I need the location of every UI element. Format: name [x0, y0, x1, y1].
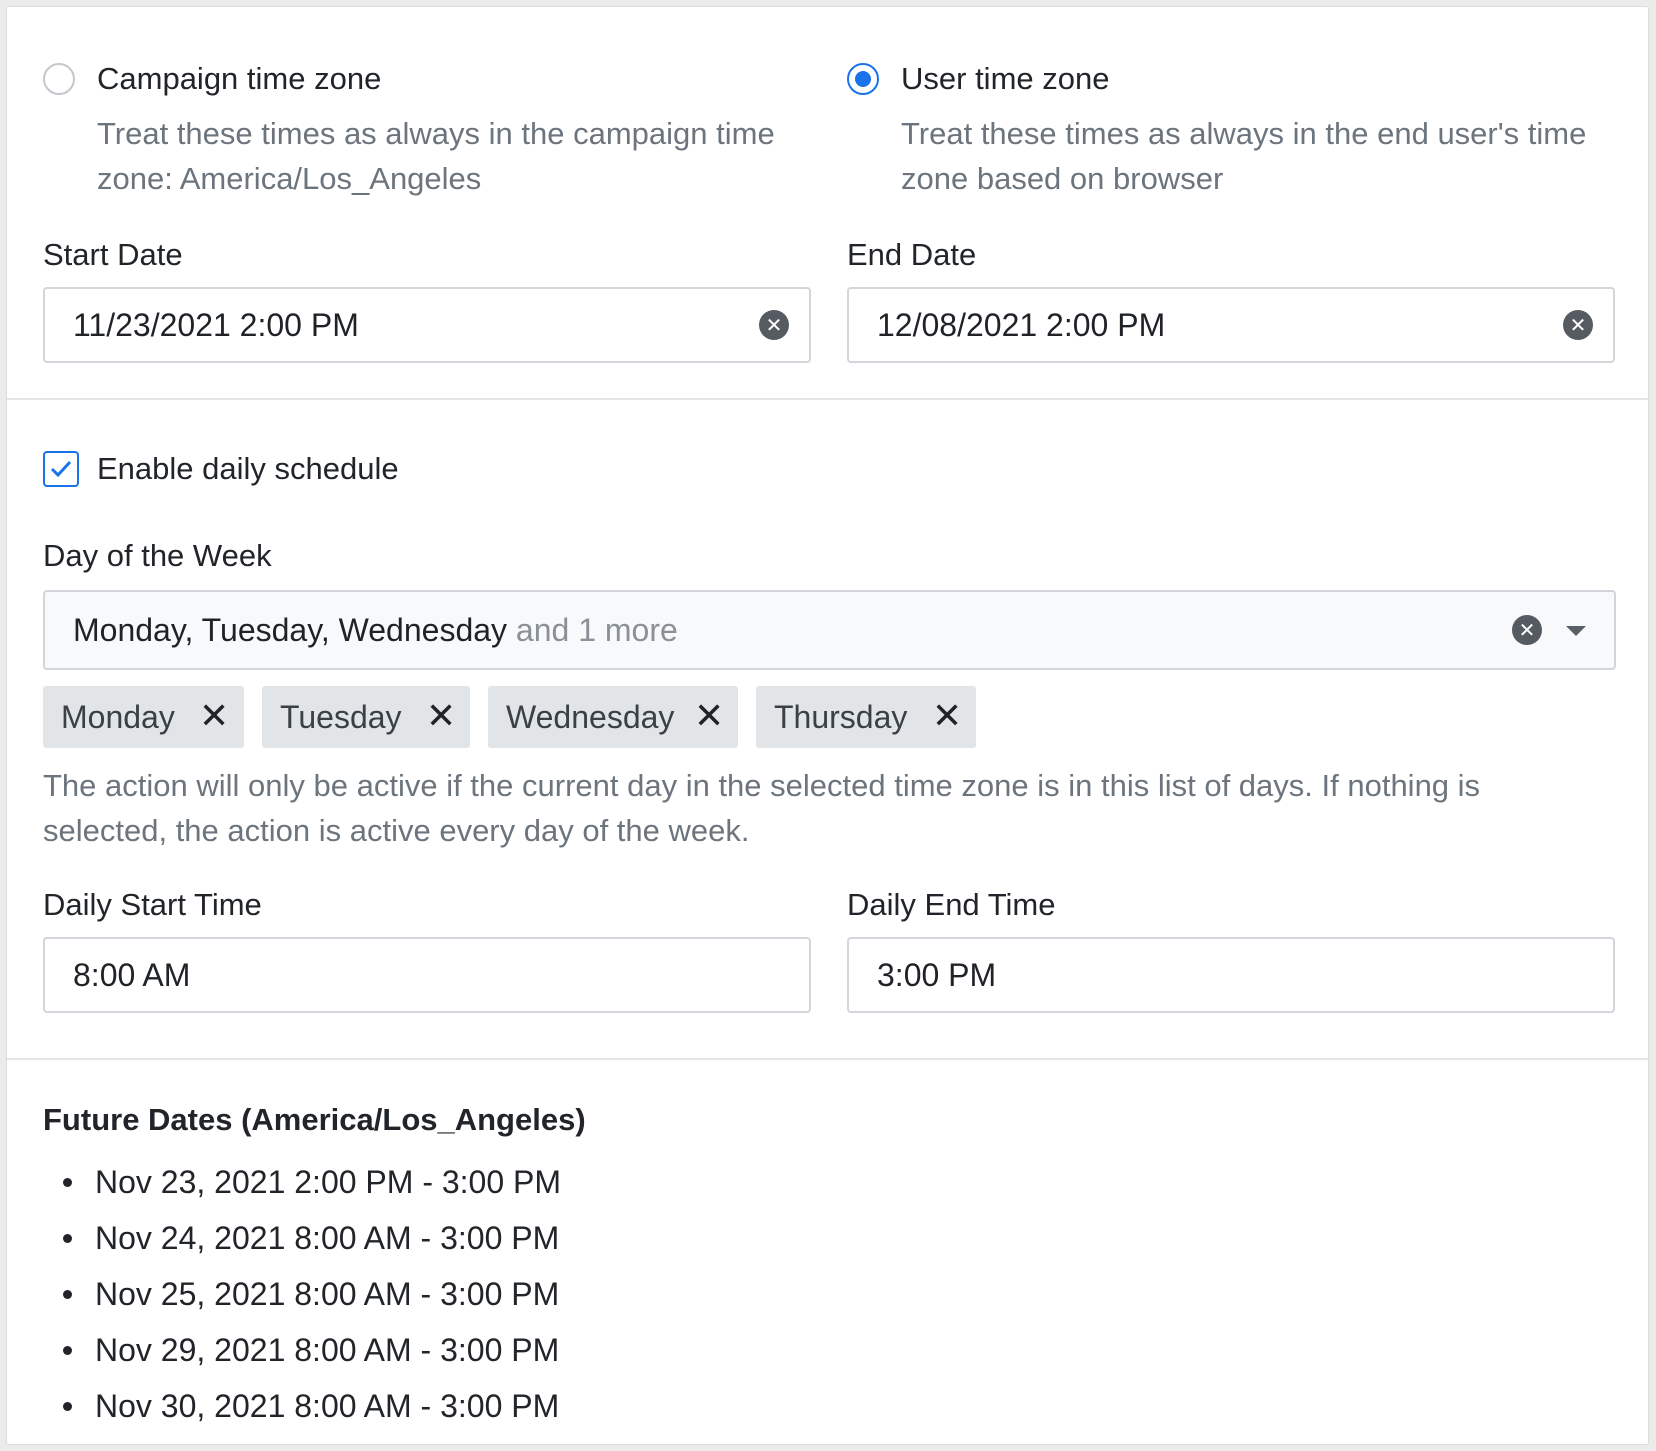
end-date-label: End Date — [847, 237, 977, 272]
bullet-icon — [63, 1178, 72, 1187]
campaign-timezone-label[interactable]: Campaign time zone — [97, 55, 381, 103]
clear-icon[interactable]: ✕ — [1563, 310, 1593, 340]
future-dates-title: Future Dates (America/Los_Angeles) — [43, 1102, 586, 1137]
daily-end-time-value: 3:00 PM — [877, 957, 997, 993]
user-timezone-help: Treat these times as always in the end u… — [901, 116, 1587, 196]
remove-icon[interactable]: ✕ — [199, 686, 229, 748]
day-of-week-help: The action will only be active if the cu… — [43, 768, 1481, 848]
user-timezone-label[interactable]: User time zone — [901, 55, 1109, 103]
future-date-text: Nov 29, 2021 8:00 AM - 3:00 PM — [95, 1332, 560, 1368]
check-icon — [50, 460, 72, 478]
chip-label: Tuesday — [280, 699, 402, 735]
chip-monday: Monday ✕ — [43, 686, 244, 748]
start-date-value: 11/23/2021 2:00 PM — [73, 307, 359, 343]
end-date-value: 12/08/2021 2:00 PM — [877, 307, 1166, 343]
chevron-down-icon[interactable] — [1566, 626, 1586, 636]
remove-icon[interactable]: ✕ — [426, 686, 456, 748]
day-of-week-more: and 1 more — [515, 612, 678, 648]
day-of-week-selected: Monday, Tuesday, Wednesday — [73, 612, 508, 648]
schedule-card: Campaign time zone Treat these times as … — [6, 6, 1649, 1445]
enable-daily-schedule-checkbox[interactable] — [43, 451, 79, 487]
campaign-timezone-help: Treat these times as always in the campa… — [97, 116, 775, 196]
clear-icon[interactable]: ✕ — [759, 310, 789, 340]
chip-wednesday: Wednesday ✕ — [488, 686, 738, 748]
bullet-icon — [63, 1402, 72, 1411]
chip-label: Thursday — [774, 699, 908, 735]
enable-daily-schedule-label[interactable]: Enable daily schedule — [97, 449, 399, 489]
bullet-icon — [63, 1234, 72, 1243]
daily-start-time-label: Daily Start Time — [43, 887, 262, 922]
day-of-week-label: Day of the Week — [43, 538, 272, 573]
remove-icon[interactable]: ✕ — [932, 686, 962, 748]
future-date-text: Nov 24, 2021 8:00 AM - 3:00 PM — [95, 1220, 560, 1256]
day-of-week-select[interactable]: Monday, Tuesday, Wednesday and 1 more ✕ — [43, 590, 1616, 670]
daily-end-time-input[interactable]: 3:00 PM — [847, 937, 1615, 1013]
end-date-input[interactable]: 12/08/2021 2:00 PM ✕ — [847, 287, 1615, 363]
divider — [7, 1058, 1648, 1060]
clear-icon[interactable]: ✕ — [1512, 615, 1542, 645]
timezone-dates-section: Campaign time zone Treat these times as … — [7, 7, 1648, 398]
chip-label: Wednesday — [506, 699, 675, 735]
bullet-icon — [63, 1290, 72, 1299]
future-date-text: Nov 23, 2021 2:00 PM - 3:00 PM — [95, 1164, 562, 1200]
campaign-timezone-radio[interactable] — [43, 63, 75, 95]
chip-thursday: Thursday ✕ — [756, 686, 976, 748]
remove-icon[interactable]: ✕ — [694, 686, 724, 748]
user-timezone-radio[interactable] — [847, 63, 879, 95]
chip-tuesday: Tuesday ✕ — [262, 686, 470, 748]
daily-end-time-label: Daily End Time — [847, 887, 1056, 922]
chip-label: Monday — [61, 699, 175, 735]
daily-start-time-value: 8:00 AM — [73, 957, 191, 993]
future-date-text: Nov 30, 2021 8:00 AM - 3:00 PM — [95, 1388, 560, 1424]
future-date-text: Nov 25, 2021 8:00 AM - 3:00 PM — [95, 1276, 560, 1312]
start-date-input[interactable]: 11/23/2021 2:00 PM ✕ — [43, 287, 811, 363]
day-of-week-value: Monday, Tuesday, Wednesday and 1 more — [73, 592, 678, 668]
daily-schedule-section: Enable daily schedule Day of the Week Mo… — [7, 400, 1648, 1058]
daily-start-time-input[interactable]: 8:00 AM — [43, 937, 811, 1013]
start-date-label: Start Date — [43, 237, 183, 272]
bullet-icon — [63, 1346, 72, 1355]
